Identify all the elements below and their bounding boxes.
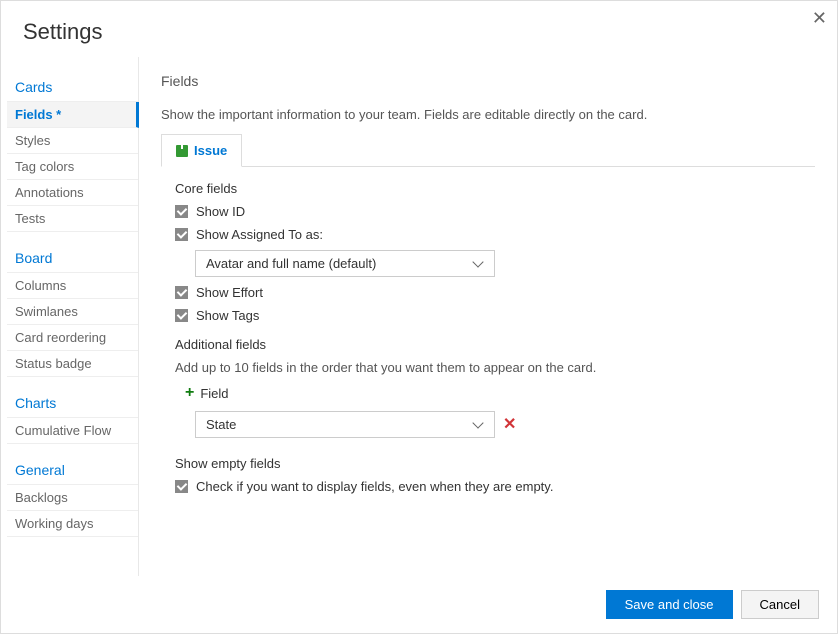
section-header-board[interactable]: Board [7,244,138,272]
sidebar-item-card-reordering[interactable]: Card reordering [7,325,138,351]
section-header-charts[interactable]: Charts [7,389,138,417]
cancel-button[interactable]: Cancel [741,590,819,619]
issue-icon [176,145,188,157]
tab-label: Issue [194,143,227,158]
remove-icon[interactable]: ✕ [503,417,516,433]
sidebar-item-status-badge[interactable]: Status badge [7,351,138,377]
section-header-cards[interactable]: Cards [7,73,138,101]
checkbox-show-tags[interactable] [175,309,188,322]
sidebar-item-columns[interactable]: Columns [7,273,138,299]
sidebar-item-backlogs[interactable]: Backlogs [7,485,138,511]
sidebar-item-styles[interactable]: Styles [7,128,138,154]
additional-fields-desc: Add up to 10 fields in the order that yo… [175,360,815,375]
save-button[interactable]: Save and close [606,590,733,619]
tabs: Issue [161,134,815,167]
dialog-body: Cards Fields * Styles Tag colors Annotat… [1,57,837,576]
add-field-label: Field [200,386,228,401]
label-show-tags: Show Tags [196,308,259,323]
settings-dialog: ✕ Settings Cards Fields * Styles Tag col… [0,0,838,634]
main-title: Fields [161,73,815,89]
label-show-id: Show ID [196,204,245,219]
assigned-to-select[interactable]: Avatar and full name (default) [195,250,495,277]
show-empty-label: Show empty fields [175,456,815,471]
chevron-down-icon [474,422,484,428]
chevron-down-icon [474,261,484,267]
add-field-button[interactable]: + Field [185,385,815,401]
dialog-title: Settings [1,1,837,57]
sidebar-item-annotations[interactable]: Annotations [7,180,138,206]
main-panel: Fields Show the important information to… [139,57,837,576]
sidebar-item-fields[interactable]: Fields * [7,102,139,128]
sidebar-item-cumulative-flow[interactable]: Cumulative Flow [7,418,138,444]
dialog-footer: Save and close Cancel [1,576,837,633]
sidebar-item-tag-colors[interactable]: Tag colors [7,154,138,180]
additional-field-select[interactable]: State [195,411,495,438]
label-show-assigned-to: Show Assigned To as: [196,227,323,242]
checkbox-show-assigned-to[interactable] [175,228,188,241]
close-icon[interactable]: ✕ [812,9,827,27]
label-show-empty: Check if you want to display fields, eve… [196,479,553,494]
checkbox-show-id[interactable] [175,205,188,218]
tab-issue[interactable]: Issue [161,134,242,167]
additional-field-value: State [206,417,236,432]
sidebar: Cards Fields * Styles Tag colors Annotat… [1,57,139,576]
checkbox-show-empty[interactable] [175,480,188,493]
assigned-to-value: Avatar and full name (default) [206,256,376,271]
label-show-effort: Show Effort [196,285,263,300]
section-header-general[interactable]: General [7,456,138,484]
plus-icon: + [185,385,194,401]
additional-fields-label: Additional fields [175,337,815,352]
sidebar-item-tests[interactable]: Tests [7,206,138,232]
checkbox-show-effort[interactable] [175,286,188,299]
sidebar-item-working-days[interactable]: Working days [7,511,138,537]
sidebar-item-swimlanes[interactable]: Swimlanes [7,299,138,325]
main-description: Show the important information to your t… [161,107,815,122]
core-fields-label: Core fields [175,181,815,196]
